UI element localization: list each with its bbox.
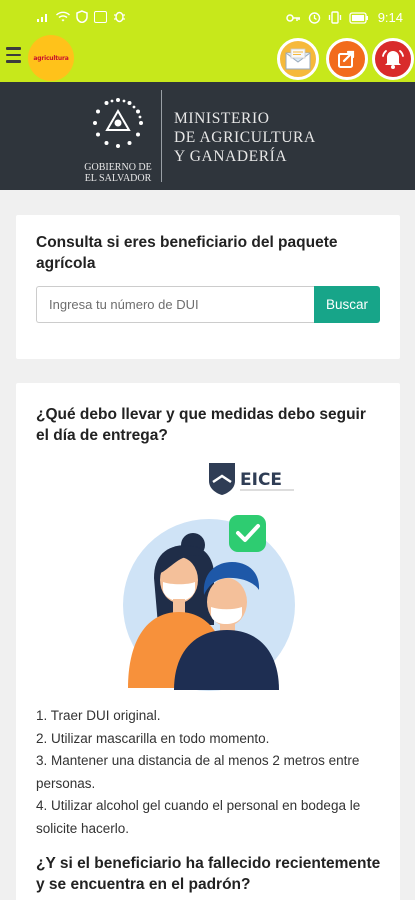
- info-card: ¿Qué debo llevar y que medidas debo segu…: [16, 383, 400, 900]
- menu-icon[interactable]: [6, 47, 21, 65]
- search-button[interactable]: Buscar: [314, 286, 380, 323]
- gov-line-1: GOBIERNO DE: [84, 162, 152, 173]
- ministry-line-1: MINISTERIO: [174, 110, 270, 127]
- check-badge-icon: [229, 515, 266, 552]
- step-item: 1. Traer DUI original.: [36, 708, 161, 723]
- mail-button[interactable]: [277, 38, 319, 80]
- ministry-line-3: Y GANADERÍA: [174, 148, 288, 165]
- alert-icon: [382, 50, 404, 69]
- step-item: 3. Mantener una distancia de al menos 2 …: [36, 753, 360, 791]
- steps-list: 1. Traer DUI original. 2. Utilizar masca…: [36, 705, 386, 840]
- app-bar: agricultura: [0, 34, 415, 82]
- consulta-card: Consulta si eres beneficiario del paquet…: [16, 215, 400, 359]
- ministry-header: GOBIERNO DE EL SALVADOR MINISTERIO DE AG…: [0, 82, 415, 190]
- share-button[interactable]: [326, 38, 368, 80]
- vibrate-icon: [328, 11, 341, 24]
- status-bar: 9:14: [0, 0, 415, 34]
- status-time: 9:14: [377, 10, 403, 25]
- dui-input[interactable]: [36, 286, 314, 323]
- logo-text: agricultura: [33, 54, 69, 62]
- shield-icon: [76, 10, 88, 23]
- mail-icon: [285, 48, 311, 70]
- gov-line-2: EL SALVADOR: [84, 173, 152, 184]
- status-right-icons: 9:14: [285, 10, 403, 25]
- step-item: 4. Utilizar alcohol gel cuando el person…: [36, 798, 361, 836]
- question-heading: ¿Y si el beneficiario ha fallecido recie…: [36, 855, 381, 893]
- key-icon: [285, 13, 300, 22]
- ministry-line-2: DE AGRICULTURA: [174, 129, 316, 146]
- eice-text: EICE: [240, 470, 282, 490]
- step-item: 2. Utilizar mascarilla en todo momento.: [36, 730, 270, 746]
- consulta-title: Consulta si eres beneficiario del paquet…: [36, 234, 338, 272]
- masked-people-illustration: EICE: [123, 463, 295, 691]
- share-icon: [338, 50, 355, 68]
- signal-icon: [37, 13, 47, 22]
- app-logo[interactable]: agricultura: [28, 35, 74, 81]
- alarm-icon: [308, 12, 320, 24]
- photo-icon: [94, 10, 107, 23]
- wifi-icon: [56, 11, 70, 21]
- bug-icon: [114, 11, 125, 23]
- coat-of-arms-icon: [93, 98, 143, 148]
- battery-icon: [349, 11, 368, 24]
- alert-button[interactable]: [372, 38, 414, 80]
- info-title: ¿Qué debo llevar y que medidas debo segu…: [36, 406, 366, 444]
- eice-logo: EICE: [209, 463, 294, 495]
- header-divider: [161, 90, 162, 182]
- status-left-icons: [36, 10, 126, 23]
